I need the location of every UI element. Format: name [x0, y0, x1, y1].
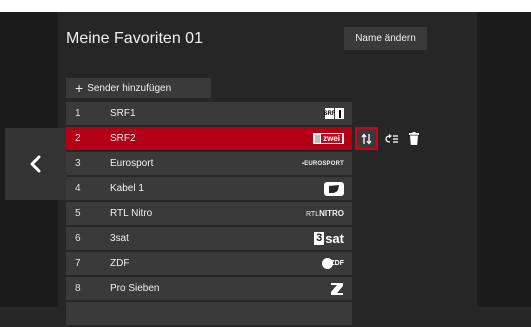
channel-name: SRF2 — [110, 133, 136, 144]
list-item[interactable]: 8 Pro Sieben — [66, 277, 352, 300]
channel-number: 5 — [75, 208, 81, 219]
channel-name: Eurosport — [110, 158, 154, 169]
sort-arrows-icon — [361, 132, 372, 145]
list-item-partial[interactable] — [66, 302, 352, 325]
channel-number: 3 — [75, 158, 81, 169]
kabel1-logo — [324, 177, 344, 200]
channel-name: Pro Sieben — [110, 283, 160, 294]
rename-button[interactable]: Name ändern — [344, 27, 427, 50]
prosieben-logo — [330, 277, 344, 300]
list-item-selected[interactable]: 2 SRF2 zwei — [66, 127, 352, 150]
trash-icon — [409, 132, 419, 145]
back-button[interactable] — [5, 128, 66, 200]
channel-name: RTL Nitro — [110, 208, 153, 219]
row-actions — [355, 127, 422, 150]
list-item[interactable]: 6 3sat 3 sat — [66, 227, 352, 250]
list-item[interactable]: 3 Eurosport ▪EUROSPORT — [66, 152, 352, 175]
add-channel-label: Sender hinzufügen — [87, 82, 172, 94]
channel-list: 1 SRF1 SRF 2 SRF2 zwei 3 Eurosport ▪EURO… — [66, 102, 352, 327]
channel-name: 3sat — [110, 233, 129, 244]
chevron-left-icon — [30, 155, 40, 173]
plus-icon: + — [75, 80, 84, 96]
zdf-logo: ZDF — [322, 252, 344, 275]
add-channel-button[interactable]: + Sender hinzufügen — [66, 78, 211, 98]
channel-name: Kabel 1 — [110, 183, 144, 194]
channel-name: SRF1 — [110, 108, 136, 119]
channel-number: 6 — [75, 233, 81, 244]
delete-button[interactable] — [406, 129, 422, 149]
rtl-nitro-logo: RTLNITRO — [306, 209, 344, 218]
move-button[interactable] — [355, 127, 378, 150]
srf1-logo: SRF — [324, 102, 344, 125]
channel-number: 7 — [75, 258, 81, 269]
channel-number: 2 — [75, 133, 81, 144]
right-gutter — [477, 12, 531, 307]
page-title: Meine Favoriten 01 — [66, 30, 203, 47]
list-item[interactable]: 5 RTL Nitro RTLNITRO — [66, 202, 352, 225]
reorder-button[interactable] — [384, 129, 400, 149]
list-item[interactable]: 1 SRF1 SRF — [66, 102, 352, 125]
list-item[interactable]: 7 ZDF ZDF — [66, 252, 352, 275]
eurosport-logo: ▪EUROSPORT — [301, 160, 344, 167]
list-item[interactable]: 4 Kabel 1 — [66, 177, 352, 200]
channel-name: ZDF — [110, 258, 130, 269]
channel-number: 8 — [75, 283, 81, 294]
srf2-logo: zwei — [313, 127, 344, 150]
channel-number: 1 — [75, 108, 81, 119]
list-insert-icon — [385, 133, 398, 143]
3sat-logo: 3 sat — [314, 231, 344, 246]
channel-number: 4 — [75, 183, 81, 194]
top-bar — [0, 0, 531, 12]
